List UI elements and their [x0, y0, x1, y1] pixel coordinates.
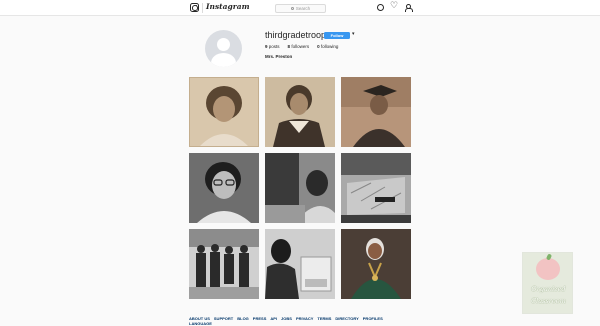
post-photo-7	[189, 229, 259, 299]
post-thumbnail[interactable]	[265, 153, 335, 223]
profile-avatar[interactable]	[205, 30, 242, 67]
post-photo-3	[341, 77, 411, 147]
search-input[interactable]: Search	[275, 3, 326, 13]
profile-username: thirdgradetroop	[265, 30, 327, 40]
footer-link-privacy[interactable]: PRIVACY	[296, 316, 313, 321]
chevron-down-icon[interactable]: ▾	[352, 32, 356, 38]
posts-grid	[189, 77, 412, 299]
explore-compass-icon[interactable]	[377, 4, 384, 11]
followers-count: 8	[287, 44, 291, 49]
profile-full-name: Mrs. Preston	[265, 54, 293, 59]
instagram-wordmark[interactable]: Instagram	[206, 2, 250, 11]
posts-label: posts	[268, 44, 280, 49]
footer-link-terms[interactable]: TERMS	[317, 316, 331, 321]
watermark-line-1: Organized	[531, 285, 566, 293]
footer-link-support[interactable]: SUPPORT	[214, 316, 233, 321]
footer-link-profiles[interactable]: PROFILES	[363, 316, 383, 321]
footer-links: ABOUT US SUPPORT BLOG PRESS API JOBS PRI…	[189, 316, 399, 326]
top-nav-bar: Instagram Search	[0, 0, 600, 16]
post-photo-9	[341, 229, 411, 299]
footer-link-press[interactable]: PRESS	[253, 316, 267, 321]
watermark-line-2: Classroom	[531, 297, 566, 305]
following-stat[interactable]: 0 following	[317, 44, 338, 49]
post-thumbnail[interactable]	[189, 77, 259, 147]
post-photo-6	[341, 153, 411, 223]
footer-link-directory[interactable]: DIRECTORY	[335, 316, 358, 321]
apple-icon	[536, 258, 560, 280]
post-thumbnail[interactable]	[341, 153, 411, 223]
followers-label: followers	[291, 44, 310, 49]
post-photo-2	[265, 77, 335, 147]
post-photo-5	[265, 153, 335, 223]
post-thumbnail[interactable]	[189, 153, 259, 223]
post-photo-1	[189, 77, 259, 147]
following-label: following	[320, 44, 339, 49]
post-photo-8	[265, 229, 335, 299]
post-photo-4	[189, 153, 259, 223]
post-thumbnail[interactable]	[265, 229, 335, 299]
footer-link-language[interactable]: LANGUAGE	[189, 321, 212, 326]
activity-heart-icon[interactable]	[390, 1, 398, 11]
post-thumbnail[interactable]	[341, 229, 411, 299]
footer-link-blog[interactable]: BLOG	[237, 316, 249, 321]
nav-divider	[202, 3, 203, 13]
posts-stat: 9 posts	[265, 44, 280, 49]
footer-link-jobs[interactable]: JOBS	[281, 316, 292, 321]
post-thumbnail[interactable]	[189, 229, 259, 299]
organized-classroom-watermark: Organized Classroom	[522, 252, 573, 314]
follow-button[interactable]: Follow	[324, 31, 350, 39]
search-icon	[290, 6, 294, 10]
posts-count: 9	[265, 44, 268, 49]
following-count: 0	[317, 44, 320, 49]
profile-person-icon[interactable]	[404, 4, 413, 12]
instagram-camera-icon[interactable]	[190, 3, 199, 12]
search-placeholder: Search	[295, 5, 311, 11]
post-thumbnail[interactable]	[265, 77, 335, 147]
followers-stat[interactable]: 8 followers	[288, 44, 310, 49]
footer-link-api[interactable]: API	[270, 316, 277, 321]
profile-stats: 9 posts 8 followers 0 following	[265, 44, 338, 49]
post-thumbnail[interactable]	[341, 77, 411, 147]
